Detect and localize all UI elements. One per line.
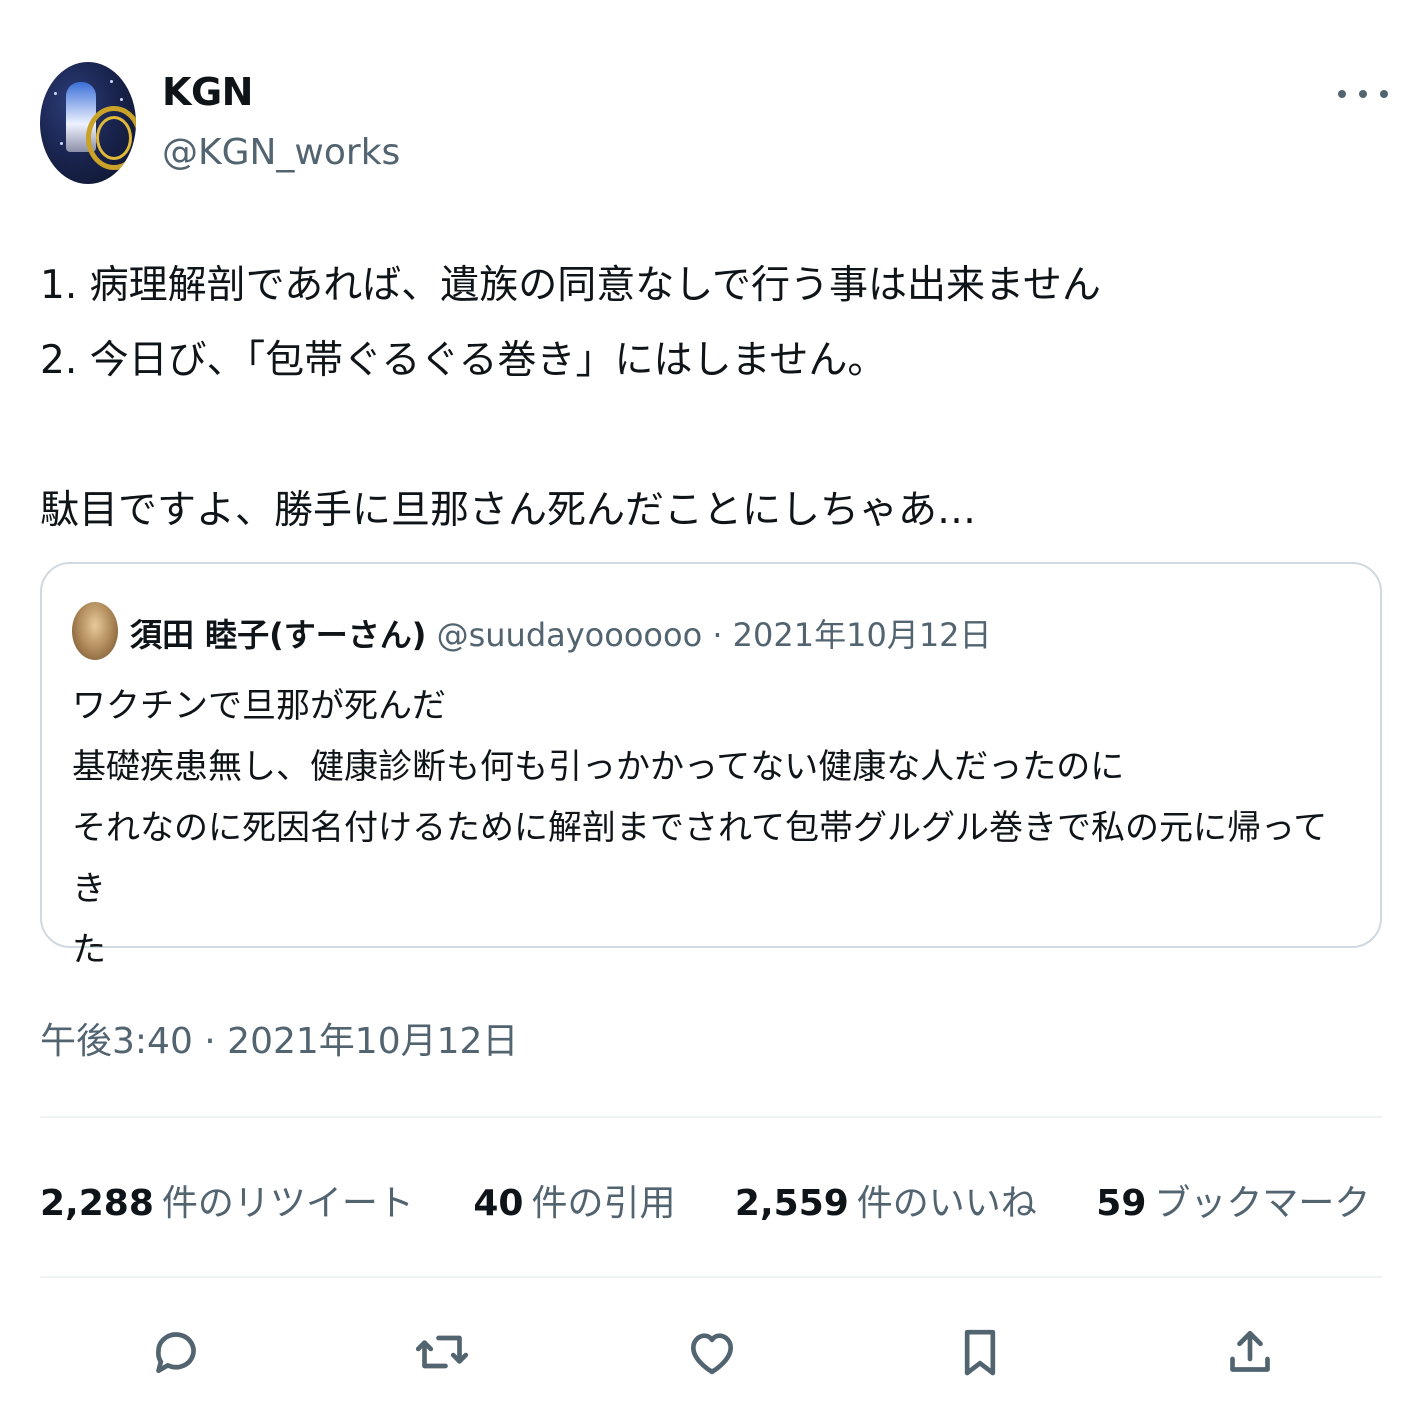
reply-icon[interactable]: [144, 1320, 208, 1384]
bookmarks-label: ブックマーク: [1154, 1183, 1371, 1224]
engagement-stats: 2,288 件のリツイート 40 件の引用 2,559 件のいいね 59 ブックマーク: [40, 1174, 1418, 1226]
quoted-date: 2021年10月12日: [732, 616, 992, 654]
retweet-icon[interactable]: [410, 1320, 474, 1384]
bookmark-icon[interactable]: [948, 1320, 1012, 1384]
bookmarks-count: 59: [1096, 1183, 1147, 1224]
quoted-author-avatar: [72, 602, 118, 660]
more-options-icon[interactable]: [1338, 82, 1388, 106]
retweets-count: 2,288: [40, 1183, 154, 1224]
retweets-stat[interactable]: 2,288 件のリツイート: [40, 1174, 414, 1226]
divider: [40, 1276, 1382, 1278]
quoted-tweet-header: 須田 睦子(すーさん) @suudayoooooo · 2021年10月12日: [130, 610, 992, 656]
divider: [40, 1116, 1382, 1118]
quotes-count: 40: [473, 1183, 524, 1224]
quoted-tweet[interactable]: 須田 睦子(すーさん) @suudayoooooo · 2021年10月12日 …: [40, 562, 1382, 970]
quoted-author-handle: @suudayoooooo: [436, 616, 703, 654]
like-icon[interactable]: [680, 1320, 744, 1384]
quotes-stat[interactable]: 40 件の引用: [473, 1174, 675, 1226]
quoted-tweet-text: ワクチンで旦那が死んだ 基礎疾患無し、健康診断も何も引っかかってない健康な人だっ…: [72, 686, 1328, 970]
likes-label: 件のいいね: [856, 1183, 1037, 1224]
tweet-timestamp[interactable]: 午後3:40 · 2021年10月12日: [40, 1012, 518, 1064]
bookmarks-stat[interactable]: 59 ブックマーク: [1096, 1174, 1370, 1226]
author-avatar[interactable]: [40, 62, 136, 184]
tweet-text: 1. 病理解剖であれば、遺族の同意なしで行う事は出来ません 2. 今日び、「包帯…: [40, 263, 1101, 533]
likes-stat[interactable]: 2,559 件のいいね: [735, 1174, 1037, 1226]
likes-count: 2,559: [734, 1183, 849, 1224]
tweet-detail: KGN @KGN_works 1. 病理解剖であれば、遺族の同意なしで行う事は出…: [0, 0, 1422, 1422]
retweets-label: 件のリツイート: [161, 1183, 414, 1224]
author-display-name[interactable]: KGN: [162, 70, 253, 114]
share-icon[interactable]: [1218, 1320, 1282, 1384]
quotes-label: 件の引用: [531, 1183, 676, 1224]
author-handle[interactable]: @KGN_works: [162, 132, 400, 173]
quoted-separator: ·: [712, 616, 723, 654]
quoted-author-name: 須田 睦子(すーさん): [130, 616, 427, 654]
